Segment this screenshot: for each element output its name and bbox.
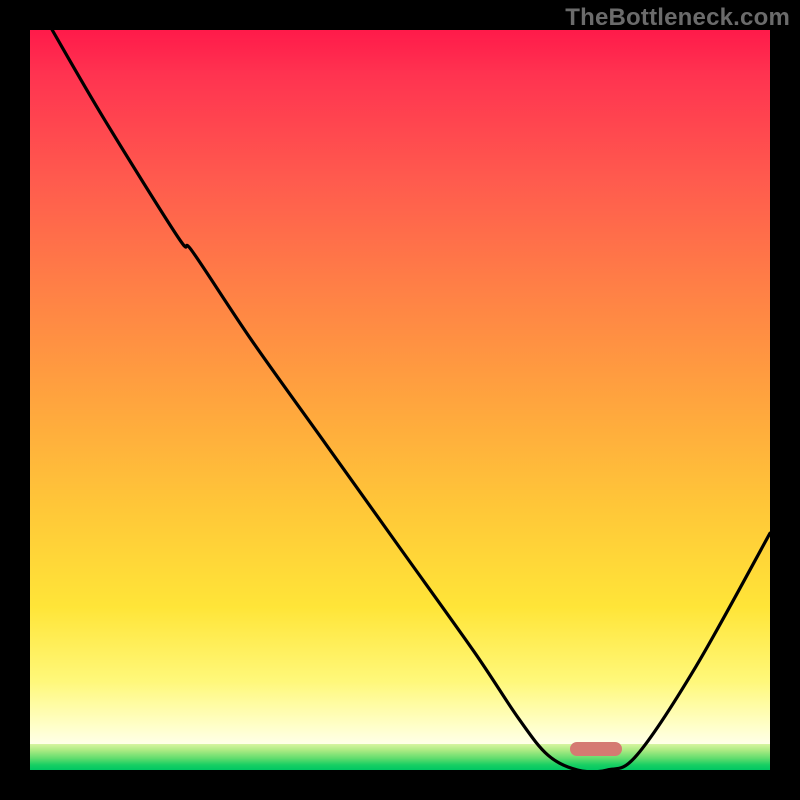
plot-area [30, 30, 770, 770]
watermark-text: TheBottleneck.com [565, 4, 790, 32]
optimal-marker [570, 742, 622, 756]
bottleneck-curve [30, 30, 770, 770]
chart-frame: TheBottleneck.com [0, 0, 800, 800]
